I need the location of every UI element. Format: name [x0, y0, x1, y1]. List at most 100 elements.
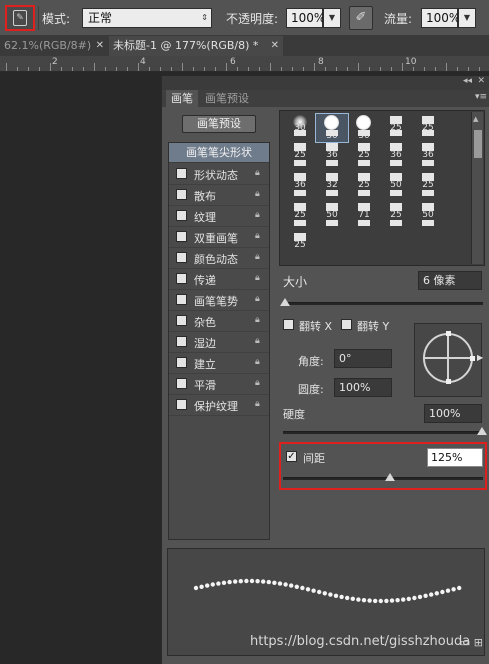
brush-setting-item[interactable]: 杂色 🔒︎: [169, 311, 269, 332]
opacity-input[interactable]: 100%: [286, 8, 325, 28]
brush-setting-item[interactable]: 画笔笔势 🔒︎: [169, 290, 269, 311]
roundness-handle[interactable]: [446, 379, 451, 384]
ruler-tick: [292, 67, 293, 71]
brush-tip-icon: [326, 220, 338, 226]
lock-icon[interactable]: 🔒︎: [255, 231, 264, 242]
hardness-slider-thumb[interactable]: [477, 427, 487, 435]
brush-setting-item[interactable]: 纹理 🔒︎: [169, 206, 269, 227]
spacing-slider[interactable]: [283, 477, 483, 480]
close-icon[interactable]: ✕: [96, 36, 104, 56]
spacing-input[interactable]: 125%: [427, 448, 483, 467]
lock-icon[interactable]: 🔒︎: [255, 168, 264, 179]
flow-input[interactable]: 100%: [421, 8, 460, 28]
brush-setting-item[interactable]: 建立 🔒︎: [169, 353, 269, 374]
lock-icon[interactable]: 🔒︎: [255, 252, 264, 263]
scrollbar-thumb[interactable]: [474, 130, 482, 158]
setting-checkbox[interactable]: [176, 315, 187, 326]
brush-tip-cell[interactable]: 25: [284, 231, 316, 251]
roundness-handle[interactable]: [446, 331, 451, 336]
ruler-tick: [457, 67, 458, 71]
size-slider[interactable]: [283, 302, 483, 305]
setting-checkbox[interactable]: [176, 210, 187, 221]
pressure-opacity-button[interactable]: ✐: [349, 6, 373, 30]
lock-icon[interactable]: 🔒︎: [255, 210, 264, 221]
setting-checkbox[interactable]: [176, 189, 187, 200]
setting-checkbox[interactable]: [176, 252, 187, 263]
spacing-checkbox[interactable]: ✓: [286, 451, 297, 462]
brush-presets-button[interactable]: 画笔预设: [182, 115, 256, 133]
setting-checkbox[interactable]: [176, 378, 187, 389]
setting-checkbox[interactable]: [176, 399, 187, 410]
brush-tip-cell[interactable]: [412, 231, 444, 251]
angle-input[interactable]: 0°: [334, 349, 392, 368]
hardness-input[interactable]: 100%: [424, 404, 482, 423]
angle-roundness-widget[interactable]: ▶: [414, 323, 483, 397]
brush-setting-item[interactable]: 湿边 🔒︎: [169, 332, 269, 353]
tab-brush[interactable]: 画笔: [166, 90, 198, 107]
new-brush-icon[interactable]: ▭ ⊞: [460, 636, 483, 649]
lock-icon[interactable]: 🔒︎: [255, 399, 264, 410]
lock-icon[interactable]: 🔒︎: [255, 189, 264, 200]
lock-icon[interactable]: 🔒︎: [255, 378, 264, 389]
hardness-label: 硬度: [283, 408, 305, 421]
brush-setting-item[interactable]: 传递 🔒︎: [169, 269, 269, 290]
setting-checkbox[interactable]: [176, 168, 187, 179]
brush-tip-shape-item[interactable]: 画笔笔尖形状: [169, 143, 269, 163]
brush-setting-item[interactable]: 平滑 🔒︎: [169, 374, 269, 395]
stroke-dot: [429, 592, 434, 597]
brush-tip-cell[interactable]: [316, 231, 348, 251]
lock-icon[interactable]: 🔒︎: [255, 294, 264, 305]
brush-setting-item[interactable]: 保护纹理 🔒︎: [169, 395, 269, 416]
ruler-tick: [127, 67, 128, 71]
brush-tip-icon: [390, 190, 402, 196]
roundness-label: 圆度:: [298, 383, 324, 396]
ruler-tick: [28, 67, 29, 71]
setting-label: 形状动态: [194, 169, 238, 182]
spacing-slider-thumb[interactable]: [385, 473, 395, 481]
brush-preset-picker-button[interactable]: ✎: [5, 5, 35, 31]
size-input[interactable]: 6 像素: [418, 271, 482, 290]
setting-checkbox[interactable]: [176, 357, 187, 368]
mode-select[interactable]: 正常 ⇕: [82, 8, 212, 28]
panel-menu-icon[interactable]: ▾≡: [475, 92, 487, 102]
doc-tab-2[interactable]: 未标题-1 @ 177%(RGB/8) * ✕: [109, 36, 283, 56]
brush-tip-icon: [326, 160, 338, 166]
brush-grid-scrollbar[interactable]: ▲: [471, 112, 483, 264]
setting-checkbox[interactable]: [176, 231, 187, 242]
angle-axis-vertical: [447, 333, 449, 383]
hardness-slider[interactable]: [283, 431, 483, 434]
roundness-input[interactable]: 100%: [334, 378, 392, 397]
brush-setting-item[interactable]: 颜色动态 🔒︎: [169, 248, 269, 269]
close-icon[interactable]: ✕: [477, 76, 485, 86]
doc-tab-1[interactable]: 62.1%(RGB/8#) ✕: [0, 36, 108, 56]
tab-brush-presets[interactable]: 画笔预设: [200, 90, 254, 107]
flip-y-checkbox[interactable]: [341, 319, 352, 330]
flip-x-checkbox[interactable]: [283, 319, 294, 330]
ruler-label: 8: [318, 57, 324, 67]
setting-checkbox[interactable]: [176, 273, 187, 284]
setting-checkbox[interactable]: [176, 336, 187, 347]
lock-icon[interactable]: 🔒︎: [255, 315, 264, 326]
panel-titlebar[interactable]: ◂◂ ✕: [162, 76, 489, 90]
ruler-tick: [171, 67, 172, 71]
brush-tip-icon: [390, 220, 402, 226]
stroke-dot: [317, 589, 322, 595]
lock-icon[interactable]: 🔒︎: [255, 336, 264, 347]
collapse-icon[interactable]: ◂◂: [463, 76, 472, 86]
brush-tip-cell[interactable]: [380, 231, 412, 251]
setting-checkbox[interactable]: [176, 294, 187, 305]
opacity-dropdown-button[interactable]: ▼: [323, 8, 341, 28]
scroll-up-icon[interactable]: ▲: [473, 115, 478, 123]
brush-tip-cell[interactable]: [348, 231, 380, 251]
document-canvas[interactable]: [0, 73, 161, 664]
doc-tab-label: 62.1%(RGB/8#): [4, 39, 92, 52]
brush-setting-item[interactable]: 形状动态 🔒︎: [169, 164, 269, 185]
size-slider-thumb[interactable]: [280, 298, 290, 306]
lock-icon[interactable]: 🔒︎: [255, 273, 264, 284]
brush-setting-item[interactable]: 双重画笔 🔒︎: [169, 227, 269, 248]
close-icon[interactable]: ✕: [271, 36, 279, 56]
lock-icon[interactable]: 🔒︎: [255, 357, 264, 368]
angle-handle[interactable]: [470, 356, 475, 361]
brush-setting-item[interactable]: 散布 🔒︎: [169, 185, 269, 206]
flow-dropdown-button[interactable]: ▼: [458, 8, 476, 28]
